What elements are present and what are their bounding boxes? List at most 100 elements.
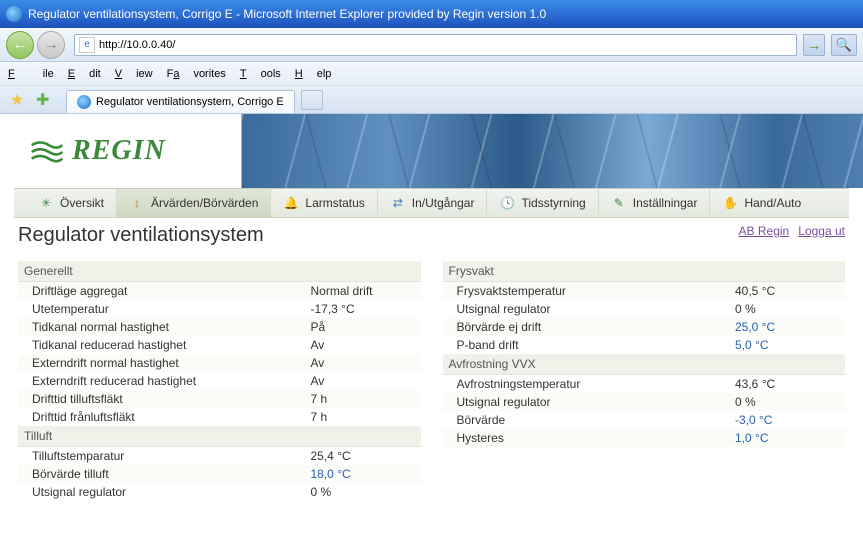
row-label: Drifttid tilluftsfläkt (32, 392, 311, 406)
window-titlebar: Regulator ventilationsystem, Corrigo E -… (0, 0, 863, 28)
regin-waves-icon (30, 138, 64, 164)
nav-item-handauto[interactable]: ✋ Hand/Auto (710, 189, 813, 217)
row-label: P-band drift (457, 338, 736, 352)
row-label: Börvärde ej drift (457, 320, 736, 334)
add-favorite-icon[interactable]: ✚ (36, 90, 54, 108)
row-label: Utetemperatur (32, 302, 311, 316)
nav-item-io[interactable]: ⇄In/Utgångar (378, 189, 488, 217)
menu-view[interactable]: View (115, 68, 153, 80)
row-value[interactable]: 25,0 °C (735, 320, 845, 334)
data-row: Börvärde ej drift25,0 °C (443, 318, 846, 336)
nav-item-overview[interactable]: ✳ Översikt (26, 189, 117, 217)
link-logout[interactable]: Logga ut (798, 224, 845, 238)
data-row: Driftläge aggregatNormal drift (18, 282, 421, 300)
nav-label: Inställningar (633, 196, 698, 210)
row-value: 0 % (735, 302, 845, 316)
menu-help[interactable]: Help (295, 68, 332, 80)
nav-item-values[interactable]: ↕ Ärvärden/Börvärden (117, 189, 271, 217)
row-value: Normal drift (311, 284, 421, 298)
page-title: Regulator ventilationsystem (18, 224, 264, 247)
left-column: GenerelltDriftläge aggregatNormal driftU… (18, 261, 421, 501)
data-row: Drifttid tilluftsfläkt7 h (18, 390, 421, 408)
arrow-right-icon: → (43, 36, 59, 54)
top-links: AB Regin Logga ut (733, 224, 845, 238)
page-header: REGIN (0, 114, 863, 188)
data-row: Frysvaktstemperatur40,5 °C (443, 282, 846, 300)
row-label: Driftläge aggregat (32, 284, 311, 298)
overview-icon: ✳ (38, 195, 54, 211)
data-row: Utsignal regulator0 % (443, 393, 846, 411)
data-row: Avfrostningstemperatur43,6 °C (443, 375, 846, 393)
row-label: Utsignal regulator (457, 302, 736, 316)
data-row: Tidkanal normal hastighetPå (18, 318, 421, 336)
tab-strip: ★ ✚ Regulator ventilationsystem, Corrigo… (0, 86, 863, 114)
data-row: Tidkanal reducerad hastighetAv (18, 336, 421, 354)
settings-icon: ✎ (611, 195, 627, 211)
go-button[interactable]: → (803, 34, 825, 56)
row-value[interactable]: 1,0 °C (735, 431, 845, 445)
handauto-icon: ✋ (722, 195, 738, 211)
row-value[interactable]: 18,0 °C (311, 467, 421, 481)
arrow-left-icon: ← (12, 36, 28, 54)
link-ab-regin[interactable]: AB Regin (739, 224, 790, 238)
nav-label: Larmstatus (305, 196, 364, 210)
data-row: Utsignal regulator0 % (443, 300, 846, 318)
data-row: Hysteres1,0 °C (443, 429, 846, 447)
row-label: Tilluftstemparatur (32, 449, 311, 463)
row-label: Utsignal regulator (32, 485, 311, 499)
row-value: 0 % (735, 395, 845, 409)
row-value: Av (311, 374, 421, 388)
back-button[interactable]: ← (6, 31, 34, 59)
row-label: Frysvaktstemperatur (457, 284, 736, 298)
io-icon: ⇄ (390, 195, 406, 211)
right-column: FrysvaktFrysvaktstemperatur40,5 °CUtsign… (443, 261, 846, 501)
browser-navbar: ← → e → 🔍 (0, 28, 863, 62)
row-value: 40,5 °C (735, 284, 845, 298)
data-row: Drifttid frånluftsfläkt7 h (18, 408, 421, 426)
forward-button[interactable]: → (37, 31, 65, 59)
tab-label: Regulator ventilationsystem, Corrigo E (96, 96, 284, 108)
document-tab[interactable]: Regulator ventilationsystem, Corrigo E (66, 90, 295, 113)
row-value: 25,4 °C (311, 449, 421, 463)
row-value: På (311, 320, 421, 334)
section-header: Avfrostning VVX (443, 354, 846, 375)
nav-item-settings[interactable]: ✎ Inställningar (599, 189, 711, 217)
arrow-right-icon: → (807, 37, 821, 53)
data-row: Börvärde tilluft18,0 °C (18, 465, 421, 483)
favorites-icon[interactable]: ★ (10, 90, 28, 108)
search-button[interactable]: 🔍 (831, 34, 857, 56)
menu-file[interactable]: File (8, 68, 54, 80)
ie-icon (77, 95, 91, 109)
menu-edit[interactable]: Edit (68, 68, 101, 80)
nav-label: Tidsstyrning (521, 196, 585, 210)
nav-item-time[interactable]: 🕓Tidsstyrning (487, 189, 598, 217)
nav-label: Hand/Auto (744, 196, 801, 210)
row-label: Tidkanal reducerad hastighet (32, 338, 311, 352)
page-icon: e (79, 37, 95, 53)
nav-label: Ärvärden/Börvärden (151, 196, 258, 210)
nav-item-alarm[interactable]: 🔔 Larmstatus (271, 189, 377, 217)
row-label: Hysteres (457, 431, 736, 445)
values-icon: ↕ (129, 195, 145, 211)
address-input[interactable] (99, 39, 792, 51)
row-value: Av (311, 356, 421, 370)
section-header: Tilluft (18, 426, 421, 447)
menu-tools[interactable]: Tools (240, 68, 281, 80)
page-body: REGIN ✳ Översikt ↕ Ärvärden/Börvärden 🔔 Larms… (0, 114, 863, 521)
row-value: Av (311, 338, 421, 352)
row-value[interactable]: 5,0 °C (735, 338, 845, 352)
row-label: Externdrift normal hastighet (32, 356, 311, 370)
data-row: Börvärde-3,0 °C (443, 411, 846, 429)
alarm-icon: 🔔 (283, 195, 299, 211)
app-nav: ✳ Översikt ↕ Ärvärden/Börvärden 🔔 Larmstatus ⇄… (14, 188, 849, 218)
address-bar[interactable]: e (74, 34, 797, 56)
row-value[interactable]: -3,0 °C (735, 413, 845, 427)
nav-label: Översikt (60, 196, 104, 210)
new-tab-button[interactable] (301, 90, 323, 110)
content-area: Regulator ventilationsystem AB Regin Log… (0, 218, 863, 521)
menu-favorites[interactable]: Favorites (167, 68, 226, 80)
row-value: -17,3 °C (311, 302, 421, 316)
ie-icon (6, 6, 22, 22)
data-row: Externdrift reducerad hastighetAv (18, 372, 421, 390)
magnifier-icon: 🔍 (836, 37, 852, 53)
